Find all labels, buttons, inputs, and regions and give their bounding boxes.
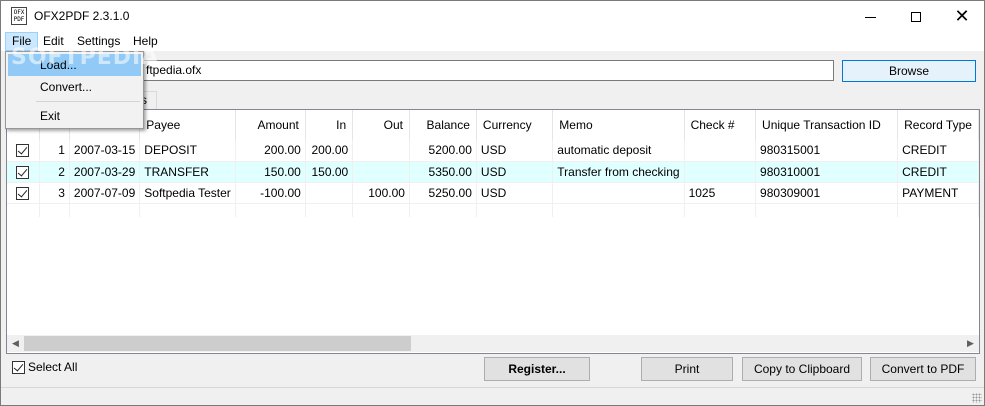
table-header: Payee Amount In Out Balance Currency Mem… [7,110,979,140]
cell-uid: 980309001 [755,182,899,204]
cell-memo: automatic deposit [552,140,685,162]
select-all-checkbox[interactable]: Select All [12,360,77,374]
cell-memo [552,182,685,204]
horizontal-scrollbar[interactable]: ◀ ▶ [7,335,979,352]
table-row[interactable]: 3 2007-07-09 Softpedia Tester -100.00 10… [7,182,979,204]
browse-button[interactable]: Browse [842,60,976,82]
cell-date: 2007-03-29 [69,161,141,183]
logo-text-top: OFX [13,9,25,16]
row-checkbox[interactable] [16,165,30,179]
col-header-out[interactable]: Out [352,110,410,140]
app-window: OFX PDF OFX2PDF 2.3.1.0 ✕ File Edit Sett… [0,0,985,406]
menu-edit[interactable]: Edit [37,32,70,51]
cell-in [305,182,354,204]
cell-balance: 5350.00 [409,161,477,183]
menu-item-convert[interactable]: Convert... [8,76,141,98]
transactions-table: Payee Amount In Out Balance Currency Mem… [7,110,979,217]
menu-bar: File Edit Settings Help [1,32,984,51]
col-header-balance[interactable]: Balance [409,110,477,140]
cell-amount: 200.00 [235,140,306,162]
minimize-button[interactable] [847,1,893,32]
cell-check [684,161,757,183]
convert-to-pdf-button[interactable]: Convert to PDF [870,357,976,381]
menu-separator [36,101,140,102]
cell-currency: USD [476,140,554,162]
cell-out [352,140,410,162]
cell-record-type: CREDIT [897,161,979,183]
cell-amount: 150.00 [235,161,306,183]
close-icon: ✕ [954,6,970,27]
menu-item-load[interactable]: Load... [8,54,141,76]
window-title: OFX2PDF 2.3.1.0 [34,9,130,23]
menu-item-exit[interactable]: Exit [8,105,141,127]
cell-uid: 980310001 [755,161,899,183]
cell-amount: -100.00 [235,182,306,204]
cell-currency: USD [476,182,554,204]
print-button[interactable]: Print [641,357,733,381]
title-bar: OFX PDF OFX2PDF 2.3.1.0 ✕ [1,1,984,32]
maximize-icon [911,11,921,22]
file-path-input[interactable]: ftpedia.ofx [141,60,834,81]
scroll-left-arrow-icon[interactable]: ◀ [7,335,24,352]
app-logo-icon: OFX PDF [11,7,27,25]
row-select-cell [7,182,40,204]
col-header-currency[interactable]: Currency [476,110,554,140]
file-menu-dropdown: Load... Convert... Exit [5,51,144,129]
copy-to-clipboard-button[interactable]: Copy to Clipboard [742,357,862,381]
cell-out [352,161,410,183]
cell-number: 2 [39,161,70,183]
resize-grip-icon[interactable] [972,393,982,403]
cell-out: 100.00 [352,182,410,204]
cell-payee: Softpedia Tester [139,182,236,204]
cell-in: 150.00 [305,161,354,183]
col-header-memo[interactable]: Memo [552,110,685,140]
col-header-payee[interactable]: Payee [139,110,236,140]
cell-payee: TRANSFER [139,161,236,183]
cell-record-type: PAYMENT [897,182,979,204]
menu-file[interactable]: File [5,32,39,51]
col-header-record-type[interactable]: Record Type [897,110,979,140]
minimize-icon [864,17,876,18]
cell-check: 1025 [684,182,757,204]
maximize-button[interactable] [893,1,939,32]
cell-number: 3 [39,182,70,204]
select-all-label: Select All [28,360,78,374]
close-button[interactable]: ✕ [939,1,985,32]
menu-help[interactable]: Help [127,32,164,51]
scrollbar-thumb[interactable] [24,336,411,351]
col-header-uid[interactable]: Unique Transaction ID [755,110,899,140]
col-header-amount[interactable]: Amount [235,110,306,140]
col-header-check[interactable]: Check # [684,110,757,140]
table-empty-row [7,203,979,217]
cell-memo: Transfer from checking [552,161,685,183]
cell-payee: DEPOSIT [139,140,236,162]
row-checkbox[interactable] [16,186,30,200]
cell-date: 2007-07-09 [69,182,141,204]
table-row[interactable]: 1 2007-03-15 DEPOSIT 200.00 200.00 5200.… [7,140,979,162]
row-select-cell [7,161,40,183]
cell-uid: 980315001 [755,140,899,162]
row-select-cell [7,140,40,162]
row-checkbox[interactable] [16,144,30,158]
transactions-grid: Payee Amount In Out Balance Currency Mem… [6,109,980,354]
cell-balance: 5200.00 [409,140,477,162]
cell-date: 2007-03-15 [69,140,141,162]
cell-check [684,140,757,162]
cell-in: 200.00 [305,140,354,162]
cell-record-type: CREDIT [897,140,979,162]
table-row[interactable]: 2 2007-03-29 TRANSFER 150.00 150.00 5350… [7,161,979,183]
menu-settings[interactable]: Settings [71,32,126,51]
select-all-check-icon[interactable] [12,360,25,374]
scroll-right-arrow-icon[interactable]: ▶ [962,335,979,352]
col-header-in[interactable]: In [305,110,354,140]
register-button[interactable]: Register... [484,357,590,381]
cell-number: 1 [39,140,70,162]
cell-currency: USD [476,161,554,183]
cell-balance: 5250.00 [409,182,477,204]
logo-text-bottom: PDF [13,16,25,23]
status-bar [1,387,984,405]
